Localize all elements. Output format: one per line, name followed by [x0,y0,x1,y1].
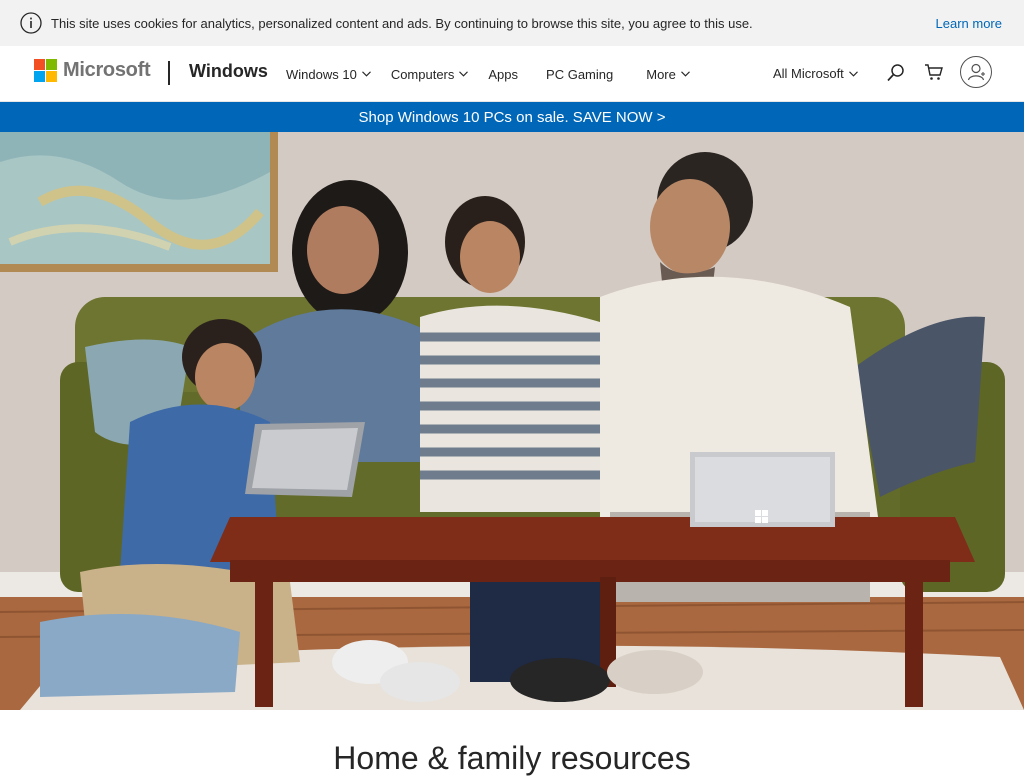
nav-item-label: Computers [390,66,455,82]
cookie-banner: This site uses cookies for analytics, pe… [0,0,1024,46]
nav-item-pc-gaming[interactable]: PC Gaming [546,67,613,82]
nav-item-computers[interactable]: Computers [391,67,469,82]
nav-item-windows-10[interactable]: Windows 10 [286,67,371,82]
site-header: Microsoft Windows Windows 10 Computers A… [0,46,1024,102]
search-icon[interactable] [886,63,906,83]
hero-image [0,132,1024,710]
chevron-down-icon [361,71,371,77]
account-icon[interactable] [960,56,992,88]
microsoft-logo[interactable]: Microsoft [34,59,151,82]
all-microsoft-menu[interactable]: All Microsoft [773,66,858,81]
all-microsoft-label: All Microsoft [773,66,844,81]
section-heading: Home & family resources [333,740,691,776]
chevron-down-icon [680,71,690,77]
promo-link[interactable]: Shop Windows 10 PCs on sale. SAVE NOW > [359,109,666,126]
info-icon [20,12,42,34]
nav-item-label: PC Gaming [546,66,614,82]
promo-banner: Shop Windows 10 PCs on sale. SAVE NOW > [0,102,1024,132]
microsoft-wordmark: Microsoft [63,59,151,81]
chevron-down-icon [459,71,469,77]
nav-item-more[interactable]: More [646,67,690,82]
microsoft-logo-icon [34,59,57,82]
family-photo-illustration [0,132,1024,710]
nav-item-label: Windows 10 [286,66,357,82]
main-nav: Windows 10 Computers Apps PC Gaming More [286,46,710,102]
chevron-down-icon [848,70,858,77]
nav-item-apps[interactable]: Apps [488,67,518,82]
cart-icon[interactable] [924,62,944,82]
learn-more-link[interactable]: Learn more [936,16,1002,31]
product-name-link[interactable]: Windows [189,61,268,82]
nav-item-label: Apps [488,66,519,82]
nav-item-label: More [646,66,676,82]
header-divider [168,61,170,85]
cookie-message: This site uses cookies for analytics, pe… [51,15,753,31]
